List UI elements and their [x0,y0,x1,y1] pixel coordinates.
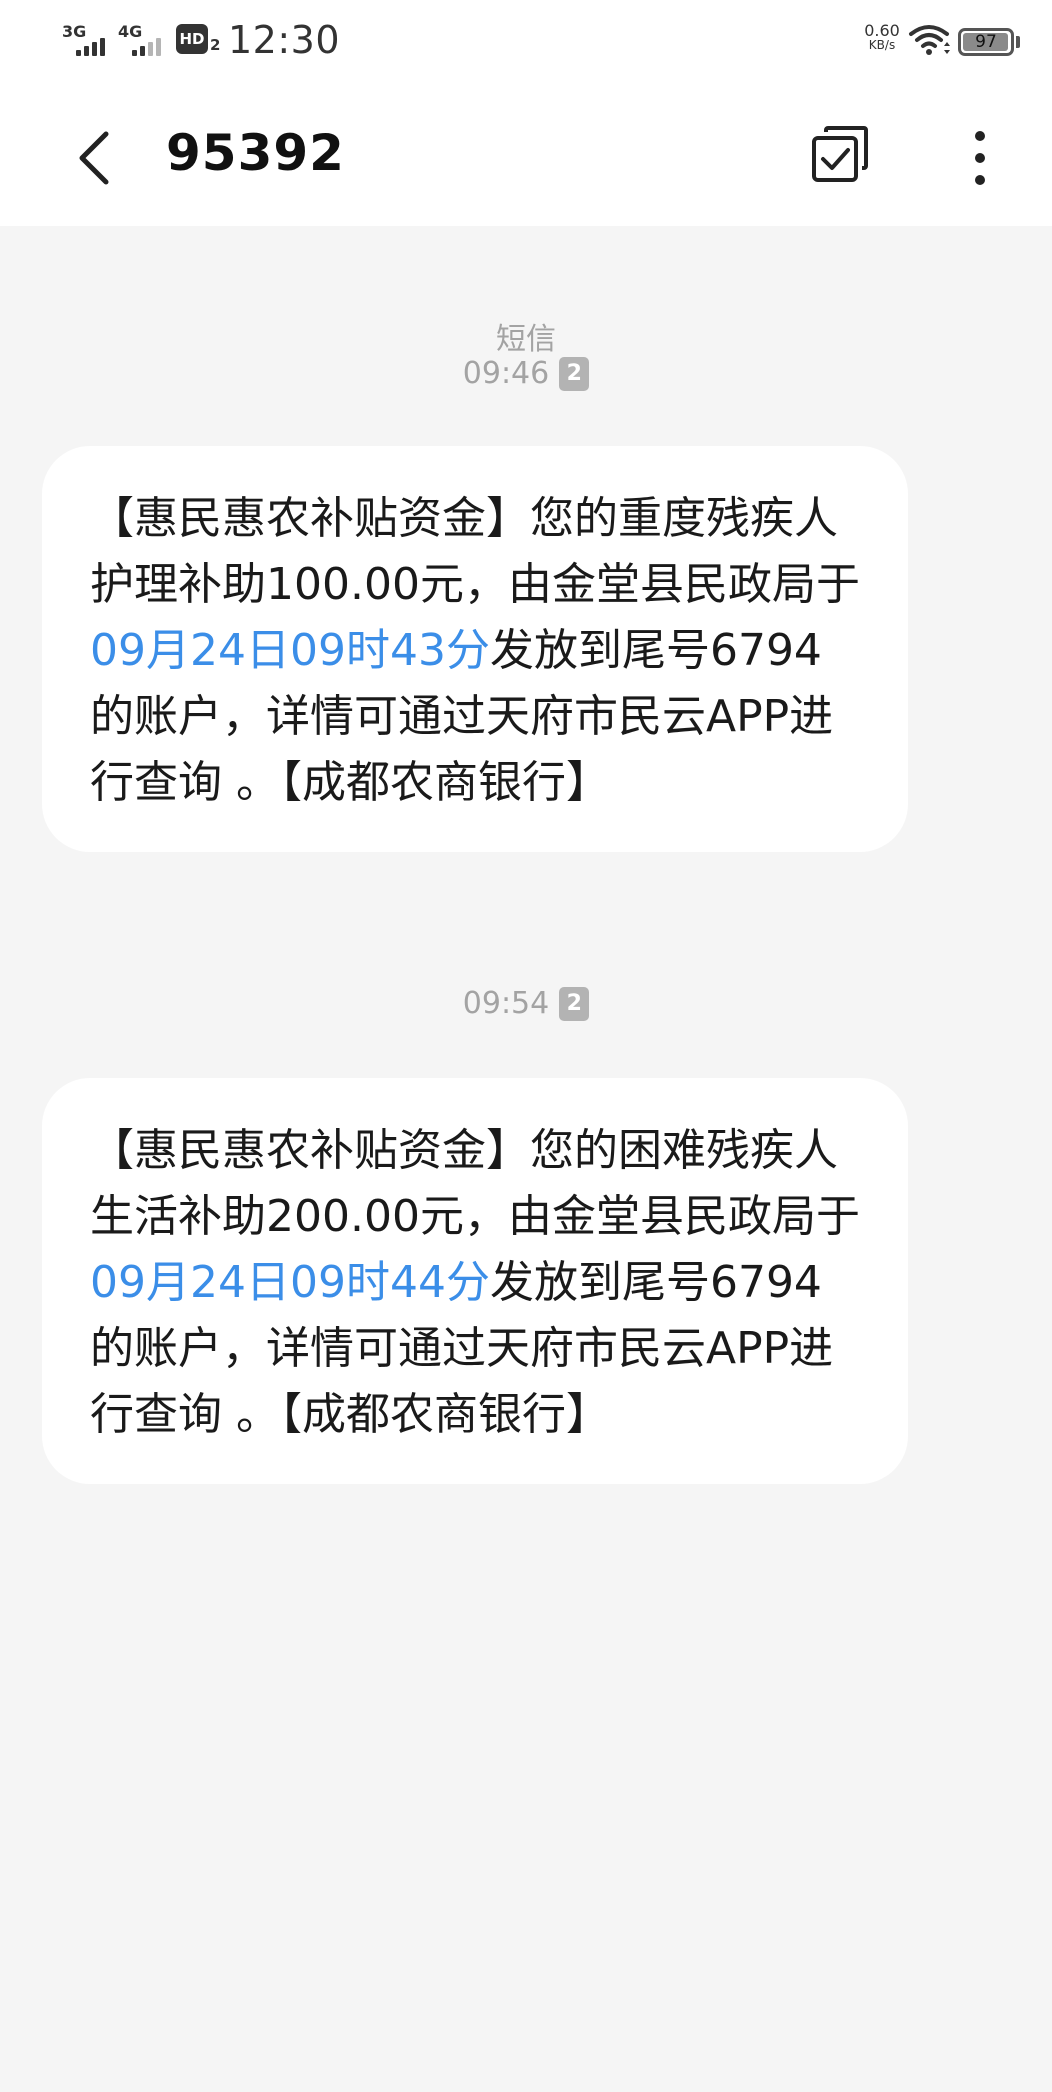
message-bubble[interactable]: 【惠民惠农补贴资金】您的重度残疾人护理补助100.00元，由金堂县民政局于 09月… [42,446,908,852]
message-text: 【惠民惠农补贴资金】您的困难残疾人生活补助200.00元，由金堂县民政局于 [90,1125,860,1242]
signal-3g-icon: 3G [62,20,105,56]
wifi-icon [909,25,950,55]
message-list[interactable]: 短信 09:46 2 【惠民惠农补贴资金】您的重度残疾人护理补助100.00元，… [0,226,1052,2092]
date-link[interactable]: 09月24日09时43分 [90,625,490,676]
multi-select-icon[interactable] [810,124,872,186]
signal-4g-icon: 4G [118,20,161,56]
timestamp-text: 09:46 [462,356,550,391]
conversation-header: 95392 [0,84,1052,226]
contact-title: 95392 [166,124,345,182]
network-speed-unit: KB/s [868,38,896,52]
message-bubble[interactable]: 【惠民惠农补贴资金】您的困难残疾人生活补助200.00元，由金堂县民政局于 09月… [42,1078,908,1484]
chevron-left-icon[interactable] [72,128,120,188]
hd-voice-icon: HD [176,24,208,54]
hd-sim-number: 2 [210,36,221,54]
battery-level: 97 [975,32,997,52]
message-timestamp: 09:54 2 [0,986,1052,1021]
timestamp-text: 09:54 [462,986,550,1021]
network-speed: 0.60 KB/s [860,21,904,53]
message-text: 【惠民惠农补贴资金】您的重度残疾人护理补助100.00元，由金堂县民政局于 [90,493,860,610]
sim-2-icon: 2 [559,356,590,391]
message-timestamp: 09:46 2 [0,356,1052,391]
network-type-3g: 3G [62,22,87,41]
battery-icon: 97 [958,28,1014,56]
status-bar: 3G 4G HD 2 12:30 0.60 KB/s 97 [0,0,1052,84]
date-link[interactable]: 09月24日09时44分 [90,1257,490,1308]
sim-2-icon: 2 [559,986,590,1021]
channel-label: 短信 [496,322,556,357]
status-time: 12:30 [228,18,341,62]
network-speed-value: 0.60 [864,21,900,40]
battery-tip [1016,36,1020,48]
network-type-4g: 4G [118,22,143,41]
more-vertical-icon[interactable] [964,128,996,188]
